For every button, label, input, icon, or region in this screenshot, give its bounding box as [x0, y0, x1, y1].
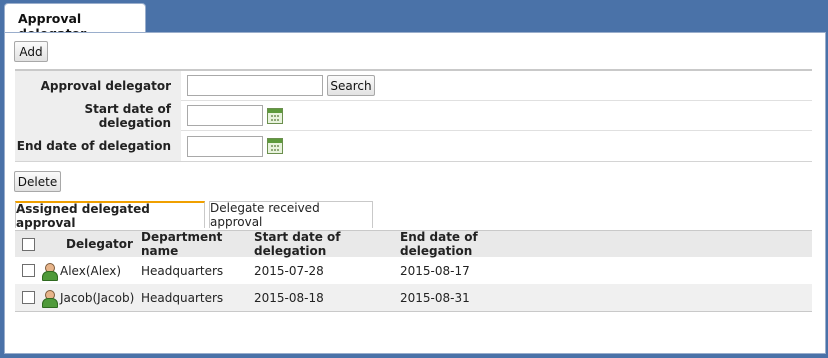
table-row[interactable]: Alex(Alex) Headquarters 2015-07-28 2015-… — [15, 257, 812, 284]
end-date-input[interactable] — [187, 135, 263, 157]
start-date-input[interactable] — [187, 105, 263, 126]
table-header: Delegator Department name Start date of … — [15, 230, 812, 258]
column-end-date: End date of delegation — [400, 230, 478, 258]
delegator-label: Approval delegator — [15, 70, 181, 101]
delegation-table: Delegator Department name Start date of … — [15, 230, 812, 312]
person-icon — [42, 262, 58, 281]
row-checkbox[interactable] — [22, 291, 35, 304]
end-date-cell: 2015-08-31 — [400, 290, 470, 305]
calendar-icon[interactable] — [267, 107, 283, 124]
main-panel: Add Approval delegator Search Start date… — [4, 32, 826, 354]
start-date-cell: 2015-08-18 — [254, 290, 324, 305]
table-row[interactable]: Jacob(Jacob) Headquarters 2015-08-18 201… — [15, 284, 812, 311]
calendar-icon[interactable] — [267, 138, 283, 154]
person-icon — [42, 289, 58, 308]
end-date-row: End date of delegation — [15, 131, 812, 161]
tab-delegate-received-approval[interactable]: Delegate received approval — [209, 201, 373, 229]
start-date-field-group — [181, 105, 283, 126]
tab-assigned-delegated-approval[interactable]: Assigned delegated approval — [15, 201, 205, 230]
search-button[interactable]: Search — [327, 75, 375, 96]
start-date-row: Start date of delegation — [15, 100, 812, 131]
delete-button[interactable]: Delete — [14, 171, 61, 192]
end-date-label: End date of delegation — [15, 131, 181, 161]
column-department: Department name — [141, 230, 223, 258]
department-cell: Headquarters — [141, 290, 224, 305]
delegator-input[interactable] — [187, 75, 323, 96]
add-button[interactable]: Add — [14, 41, 48, 62]
window-tab-approval-delegator[interactable]: Approval delegator — [4, 3, 146, 41]
start-date-cell: 2015-07-28 — [254, 263, 324, 278]
end-date-field-group — [181, 135, 283, 157]
delegator-field-group: Search — [181, 75, 375, 96]
row-checkbox[interactable] — [22, 264, 35, 277]
delegator-row: Approval delegator Search — [15, 70, 812, 101]
search-form: Approval delegator Search Start date of … — [15, 69, 812, 162]
select-all-checkbox[interactable] — [22, 237, 35, 251]
start-date-label: Start date of delegation — [15, 100, 181, 131]
tab-bar: Assigned delegated approval Delegate rec… — [15, 201, 812, 230]
delegator-name: Alex(Alex) — [60, 263, 121, 278]
delegator-name: Jacob(Jacob) — [60, 290, 135, 305]
column-start-date: Start date of delegation — [254, 230, 341, 258]
department-cell: Headquarters — [141, 263, 224, 278]
end-date-cell: 2015-08-17 — [400, 263, 470, 278]
column-delegator: Delegator — [66, 237, 133, 251]
